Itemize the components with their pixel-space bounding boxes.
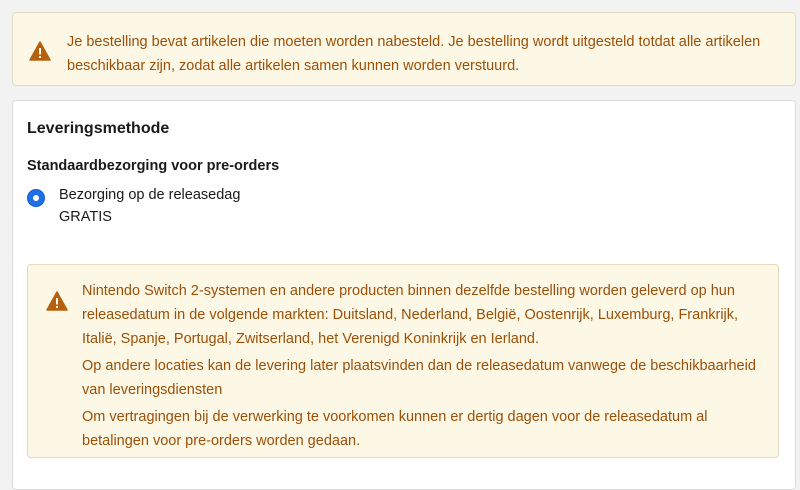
release-day-delivery-price: GRATIS bbox=[59, 209, 112, 225]
release-delivery-notice: Nintendo Switch 2-systemen en andere pro… bbox=[27, 264, 779, 458]
notice-paragraph-other-locations: Op andere locaties kan de levering later… bbox=[82, 358, 756, 398]
notice-paragraph-payments: Om vertragingen bij de verwerking te voo… bbox=[82, 409, 708, 449]
notice-paragraph-markets: Nintendo Switch 2-systemen en andere pro… bbox=[82, 283, 739, 347]
warning-icon bbox=[46, 291, 68, 316]
warning-icon bbox=[29, 41, 51, 66]
backorder-notice: Je bestelling bevat artikelen die moeten… bbox=[12, 12, 796, 86]
backorder-notice-text: Je bestelling bevat artikelen die moeten… bbox=[67, 34, 761, 74]
delivery-method-card: Leveringsmethode Standaardbezorging voor… bbox=[12, 100, 796, 490]
release-delivery-notice-text: Nintendo Switch 2-systemen en andere pro… bbox=[82, 279, 762, 453]
preorder-shipping-group-title: Standaardbezorging voor pre-orders bbox=[27, 158, 280, 174]
release-day-delivery-radio[interactable] bbox=[27, 189, 45, 207]
release-day-delivery-label[interactable]: Bezorging op de releasedag bbox=[59, 187, 240, 203]
delivery-method-title: Leveringsmethode bbox=[27, 120, 170, 137]
